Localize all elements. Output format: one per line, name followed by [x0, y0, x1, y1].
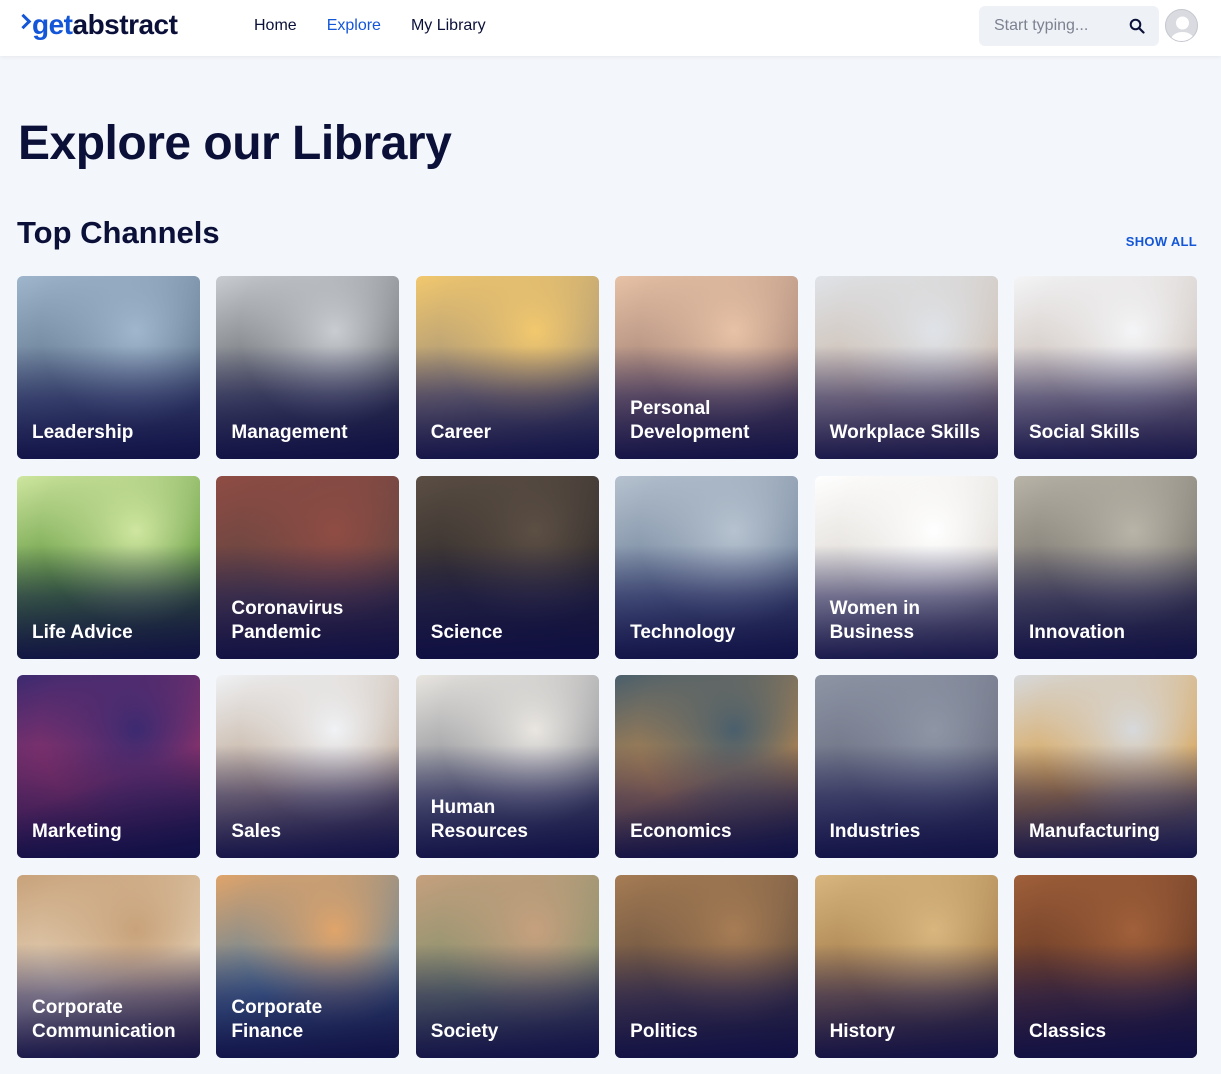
channel-tile[interactable]: Economics [615, 675, 799, 859]
channel-tile[interactable]: Career [415, 276, 599, 459]
channel-label: Corporate Finance [231, 996, 323, 1042]
show-all-link[interactable]: SHOW ALL [1126, 234, 1197, 249]
channel-tile[interactable]: Technology [615, 475, 799, 659]
channel-label: Personal Development [630, 398, 750, 443]
channel-tile[interactable]: Life Advice [17, 475, 200, 659]
top-navigation-bar: getabstract Home Explore My Library [0, 0, 1221, 56]
channel-label: History [829, 1020, 896, 1042]
search-box [979, 6, 1159, 46]
channel-label: Society [430, 1020, 499, 1042]
channel-label: Economics [630, 821, 732, 843]
channel-label: Corporate Communication [32, 996, 176, 1042]
channel-label: Politics [630, 1020, 698, 1042]
channel-tile[interactable]: Women in Business [814, 475, 998, 659]
channel-label: Workplace Skills [829, 422, 981, 443]
channel-tile[interactable]: Leadership [17, 276, 200, 459]
channel-label: Women in Business [829, 597, 920, 643]
channel-label: Human Resources [430, 797, 528, 843]
channel-tile[interactable]: Management [216, 276, 400, 459]
channel-label: Science [430, 621, 503, 643]
channel-label: Life Advice [32, 621, 133, 643]
channel-label: Social Skills [1028, 422, 1140, 443]
channel-tile[interactable]: Personal Development [615, 276, 799, 459]
channel-label: Sales [231, 821, 282, 843]
section-title-top-channels: Top Channels [17, 215, 220, 250]
channel-tile[interactable]: Innovation [1013, 475, 1197, 659]
channel-tile[interactable]: Classics [1013, 874, 1197, 1058]
channel-label: Leadership [32, 422, 134, 443]
channel-tile[interactable]: Social Skills [1013, 276, 1197, 459]
nav-my-library[interactable]: My Library [411, 16, 486, 36]
channel-label: Innovation [1028, 621, 1126, 643]
getabstract-logo[interactable]: getabstract [16, 8, 178, 42]
user-avatar[interactable] [1165, 9, 1198, 42]
channel-label: Manufacturing [1028, 821, 1160, 843]
nav-home[interactable]: Home [254, 16, 297, 36]
channel-label: Classics [1028, 1020, 1107, 1042]
channel-tile[interactable]: Science [415, 475, 599, 659]
channel-label: Technology [630, 621, 736, 643]
page-title: Explore our Library [18, 117, 452, 170]
channel-tile[interactable]: Workplace Skills [814, 276, 998, 459]
logo-abstract-text: abstract [72, 9, 178, 40]
search-icon[interactable] [1129, 18, 1145, 34]
channel-label: Industries [829, 821, 921, 843]
channel-tile[interactable]: Politics [615, 874, 799, 1058]
channel-tile[interactable]: Human Resources [415, 675, 599, 859]
main-navigation: Home Explore My Library [254, 16, 486, 36]
channel-label: Coronavirus Pandemic [231, 597, 344, 643]
logo-chevron-icon [16, 12, 30, 38]
channel-tile[interactable]: Corporate Finance [216, 874, 400, 1058]
channel-tile[interactable]: Industries [814, 675, 998, 859]
channel-grid: Leadership Management Career Personal Devel… [17, 276, 1197, 1058]
channel-tile[interactable]: Sales [216, 675, 400, 859]
channel-tile[interactable]: Corporate Communication [17, 874, 200, 1058]
search-input[interactable] [994, 17, 1124, 35]
logo-get-text: get [32, 9, 73, 40]
user-silhouette-icon [1170, 16, 1195, 41]
channel-tile[interactable]: Marketing [17, 675, 200, 859]
channel-label: Marketing [32, 821, 122, 843]
channel-tile[interactable]: Coronavirus Pandemic [216, 475, 400, 659]
channel-tile[interactable]: Society [415, 874, 599, 1058]
channel-tile[interactable]: Manufacturing [1013, 675, 1197, 859]
channel-tile[interactable]: History [814, 874, 998, 1058]
channel-label: Management [231, 422, 348, 443]
nav-explore[interactable]: Explore [327, 16, 381, 36]
channel-label: Career [430, 422, 491, 443]
